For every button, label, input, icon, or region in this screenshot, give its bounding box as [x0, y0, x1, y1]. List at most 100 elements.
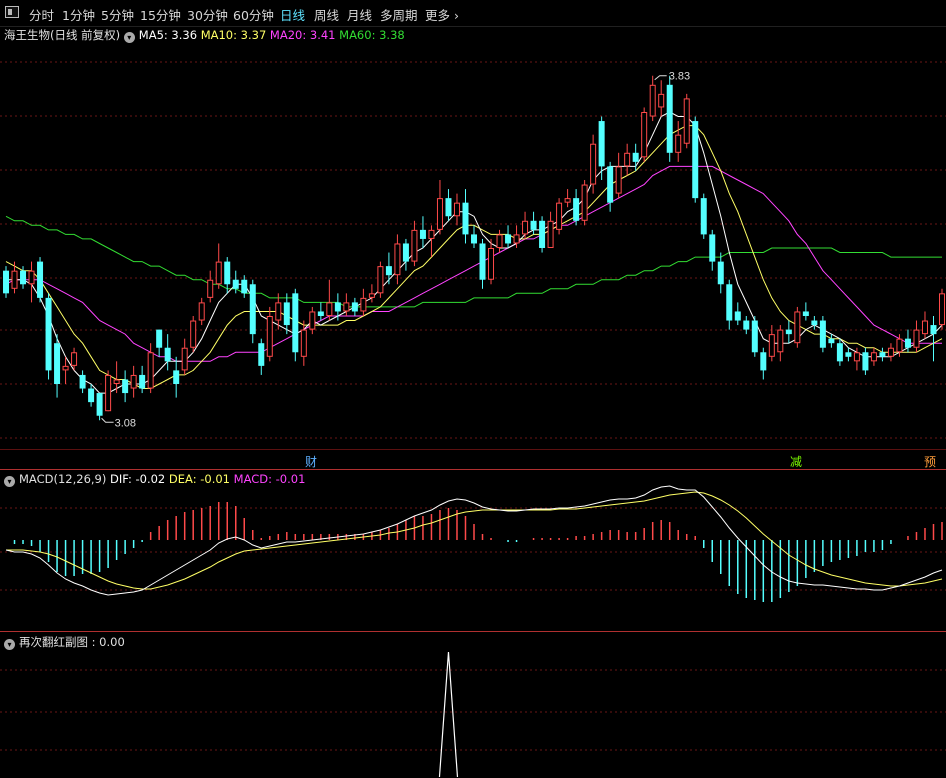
- candle-body: [20, 270, 27, 285]
- candle-body: [317, 311, 324, 316]
- dif-line: [5, 485, 943, 596]
- candle-body: [224, 261, 231, 285]
- candle-body: [488, 248, 495, 280]
- candle-body: [54, 343, 61, 384]
- candle-body: [232, 279, 239, 289]
- candle-body: [921, 320, 928, 335]
- candle-body: [939, 293, 945, 326]
- candle-body: [794, 311, 801, 344]
- candle-body: [79, 374, 86, 389]
- candle-body: [819, 320, 826, 348]
- candle-body: [904, 338, 911, 348]
- candle-body: [879, 352, 886, 357]
- candle-body: [581, 184, 588, 221]
- chevron-down-icon[interactable]: ▾: [123, 32, 135, 43]
- candle-body: [590, 143, 597, 185]
- stock-title: 海王生物(日线 前复权): [4, 28, 121, 42]
- candle-body: [913, 329, 920, 348]
- candle-body: [471, 234, 477, 244]
- candle-body: [105, 374, 112, 412]
- candle-body: [505, 234, 512, 244]
- candle-body: [896, 338, 903, 353]
- candle-body: [156, 329, 163, 348]
- candle-body: [249, 284, 256, 335]
- candle-body: [607, 166, 614, 203]
- candle-body: [751, 320, 758, 353]
- chevron-down-icon[interactable]: ▾: [4, 639, 15, 650]
- candle-body: [215, 261, 222, 285]
- chevron-down-icon[interactable]: ▾: [4, 476, 15, 487]
- candle-body: [411, 229, 418, 262]
- candle-body: [692, 121, 699, 199]
- main-legend: 海王生物(日线 前复权) ▾ MA5: 3.36 MA10: 3.37 MA20:…: [4, 27, 405, 43]
- candle-body: [181, 347, 188, 371]
- candle-body: [496, 234, 503, 248]
- candle-body: [598, 121, 605, 167]
- candle-body: [207, 279, 214, 298]
- candle-body: [3, 270, 9, 294]
- candle-body: [360, 297, 367, 312]
- candle-body: [700, 198, 707, 235]
- candle-body: [402, 243, 409, 262]
- event-marker: 减: [790, 455, 802, 469]
- candle-body: [462, 202, 469, 235]
- candle-body: [726, 284, 733, 321]
- candle-body: [266, 316, 273, 357]
- sub-legend: ▾ 再次翻红副图 : 0.00: [4, 634, 125, 650]
- candle-body: [122, 379, 129, 394]
- candle-body: [624, 152, 631, 167]
- candle-body: [573, 198, 580, 221]
- candle-body: [428, 229, 435, 239]
- candle-body: [113, 379, 120, 385]
- ma60-label: MA60: 3.38: [339, 28, 405, 42]
- candle-body: [870, 352, 877, 362]
- candle-body: [377, 266, 384, 294]
- candle-body: [675, 134, 682, 153]
- candle-body: [530, 220, 537, 230]
- chart-canvas: 3.83 3.08 财 减 预: [0, 61, 946, 778]
- candle-body: [836, 343, 843, 362]
- candle-body: [241, 279, 248, 294]
- dea-label: DEA: -0.01: [168, 472, 230, 486]
- dif-label: DIF: -0.02: [110, 472, 166, 486]
- event-marker: 财: [305, 455, 317, 469]
- candle-body: [539, 220, 546, 248]
- candle-body: [615, 166, 622, 194]
- candle-body: [768, 334, 775, 357]
- candle-body: [275, 302, 282, 321]
- macd-legend: ▾ MACD(12,26,9) DIF: -0.02 DEA: -0.01 MAC…: [4, 472, 305, 487]
- candle-body: [258, 343, 265, 366]
- candle-body: [71, 352, 78, 366]
- candle-body: [564, 198, 571, 203]
- candle-body: [709, 234, 716, 262]
- candle-body: [777, 329, 784, 353]
- candle-body: [658, 93, 665, 108]
- candle-body: [96, 393, 103, 416]
- candle-body: [930, 325, 937, 335]
- sub-title: 再次翻红副图: [19, 635, 88, 649]
- candle-body: [811, 320, 818, 326]
- dea-line: [6, 491, 943, 590]
- candle-body: [522, 220, 529, 235]
- candle-body: [198, 302, 205, 321]
- candle-body: [445, 198, 452, 217]
- candle-body: [164, 347, 171, 362]
- candle-body: [334, 302, 341, 312]
- candle-body: [802, 311, 809, 316]
- candle-body: [147, 352, 154, 389]
- candle-body: [453, 202, 460, 217]
- candle-body: [419, 229, 426, 239]
- ma10-line: [5, 125, 943, 389]
- candle-body: [556, 202, 563, 230]
- candle-body: [292, 293, 299, 353]
- ma5-line: [6, 111, 943, 394]
- candle-body: [641, 112, 648, 158]
- ma20-label: MA20: 3.41: [269, 28, 336, 42]
- candle-body: [717, 261, 724, 285]
- signal-spike: [438, 651, 459, 778]
- macd-title: MACD(12,26,9): [19, 472, 107, 486]
- candle-body: [436, 198, 443, 230]
- ma5-label: MA5: 3.36: [138, 28, 198, 42]
- candle-body: [37, 261, 44, 298]
- event-marker: 预: [924, 455, 936, 469]
